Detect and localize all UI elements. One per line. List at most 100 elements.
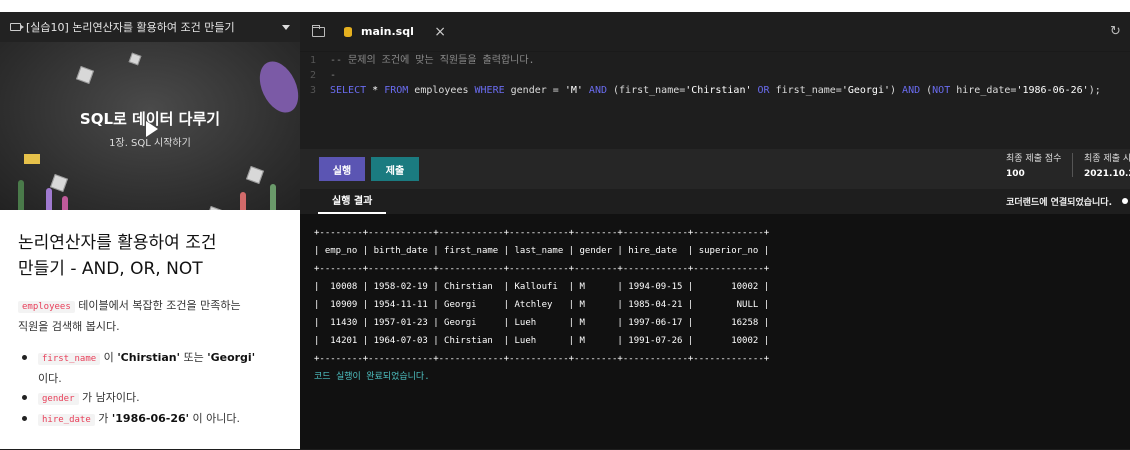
code-line: 1 -- 문제의 조건에 맞는 직원들을 출력합니다. (300, 53, 1130, 68)
code-string: '1986-06-26' (1016, 85, 1089, 96)
code-line: 2 - (300, 68, 1130, 83)
close-icon[interactable]: × (434, 24, 446, 40)
code-keyword: AND (902, 85, 921, 96)
bullet-value: '1986-06-26' (111, 412, 190, 425)
bullet-value: 'Chirstian' (117, 351, 180, 364)
run-complete-message: 코드 실행이 완료되었습니다. (314, 372, 430, 382)
table-row: | 10909 | 1954-11-11 | Georgi | Atchley … (314, 300, 770, 310)
condition-list: first_name 이 'Chirstian' 또는 'Georgi' 이다.… (18, 348, 282, 430)
code-string: 'Georgi' (841, 85, 890, 96)
submit-button[interactable]: 제출 (371, 157, 419, 181)
final-score-label: 최종 제출 점수 (1006, 154, 1062, 164)
lecture-content: 논리연산자를 활용하여 조건 만들기 - AND, OR, NOT employ… (0, 210, 300, 450)
ide-panel: main.sql × ↻ 1 -- 문제의 조건에 맞는 직원들을 출력합니다.… (300, 12, 1130, 449)
plant-decoration (46, 188, 52, 210)
inline-code: hire_date (38, 414, 95, 426)
status-dot-icon (1122, 198, 1128, 204)
lecture-title: [실습10] 논리연산자를 활용하여 조건 만들기 (26, 21, 235, 34)
video-icon (10, 23, 24, 31)
code-text: - (330, 70, 337, 81)
sign-decoration (24, 154, 40, 164)
code-token: employees (408, 85, 475, 96)
cube-decoration (128, 52, 142, 66)
top-strip (0, 0, 1130, 12)
list-item: hire_date 가 '1986-06-26' 이 아니다. (18, 409, 282, 430)
video-player[interactable]: SQL로 데이터 다루기 1장. SQL 시작하기 (0, 42, 300, 210)
code-line: 3 SELECT * FROM employees WHERE gender =… (300, 83, 1130, 98)
result-line: +--------+------------+------------+----… (314, 354, 770, 364)
heading-line-2: 만들기 - AND, OR, NOT (18, 259, 203, 279)
bullet-text: 이 (100, 351, 118, 364)
table-row: | 10008 | 1958-02-19 | Chirstian | Kallo… (314, 282, 770, 292)
tabbar-spacer (454, 12, 1110, 51)
inline-code: first_name (38, 353, 101, 365)
final-score-value: 100 (1006, 169, 1025, 179)
database-icon (344, 26, 352, 37)
code-token: ) (890, 85, 903, 96)
result-line: +--------+------------+------------+----… (314, 264, 770, 274)
lecture-panel: [실습10] 논리연산자를 활용하여 조건 만들기 SQL로 데이터 다루기 1… (0, 12, 300, 449)
cube-decoration (246, 166, 264, 184)
tab-main-sql[interactable]: main.sql × (336, 12, 454, 51)
lecture-heading: 논리연산자를 활용하여 조건 만들기 - AND, OR, NOT (18, 230, 282, 282)
play-icon[interactable] (146, 121, 158, 137)
result-header-row: | emp_no | birth_date | first_name | las… (314, 246, 770, 256)
bullet-text: 이 아니다. (189, 412, 241, 425)
code-keyword: WHERE (474, 85, 505, 96)
list-item: first_name 이 'Chirstian' 또는 'Georgi' 이다. (18, 348, 282, 388)
line-number: 2 (309, 70, 316, 81)
code-keyword: OR (751, 85, 776, 96)
result-tabbar: 실행 결과 코더랜드에 연결되었습니다. (300, 189, 1130, 214)
tab-run-result[interactable]: 실행 결과 (318, 189, 387, 214)
inline-code: employees (18, 301, 75, 313)
plant-decoration (18, 180, 24, 210)
code-keyword: AND (582, 85, 614, 96)
table-row: | 14201 | 1964-07-03 | Chirstian | Lueh … (314, 336, 770, 346)
bullet-text: 이다. (38, 372, 62, 385)
code-token: (first_name= (613, 85, 686, 96)
code-editor[interactable]: 1 -- 문제의 조건에 맞는 직원들을 출력합니다. 2 - 3 SELECT… (300, 52, 1130, 149)
refresh-icon[interactable]: ↻ (1110, 12, 1130, 51)
code-token: gender = (504, 85, 565, 96)
run-button[interactable]: 실행 (319, 157, 365, 181)
final-score: 최종 제출 점수 100 (1006, 151, 1061, 179)
lecture-header[interactable]: [실습10] 논리연산자를 활용하여 조건 만들기 (0, 12, 300, 42)
code-comment: -- 문제의 조건에 맞는 직원들을 출력합니다. (330, 55, 535, 66)
stat-divider (1072, 153, 1073, 177)
heading-line-1: 논리연산자를 활용하여 조건 (18, 233, 217, 253)
result-output: +--------+------------+------------+----… (300, 214, 1130, 449)
bullet-text: 또는 (179, 351, 208, 364)
editor-tabbar: main.sql × ↻ (300, 12, 1130, 52)
intro-text: 직원을 검색해 봅시다. (18, 320, 120, 333)
bullet-text: 가 (94, 412, 112, 425)
action-bar: 실행 제출 최종 제출 점수 100 최종 제출 시 2021.10.27 (300, 149, 1130, 189)
code-keyword: FROM (384, 85, 409, 96)
result-line: +--------+------------+------------+----… (314, 228, 770, 238)
file-explorer-button[interactable] (300, 12, 336, 51)
final-submit-value: 2021.10.27 (1084, 169, 1130, 179)
tab-label: main.sql (361, 25, 414, 38)
code-string: 'M' (564, 85, 583, 96)
chevron-down-icon[interactable] (282, 24, 290, 30)
plant-decoration (240, 192, 246, 210)
code-token: hire_date= (950, 85, 1017, 96)
final-submit-time: 최종 제출 시 2021.10.27 (1084, 151, 1130, 179)
intro-paragraph: employees 테이블에서 복잡한 조건을 만족하는 직원을 검색해 봅시다… (18, 296, 282, 336)
bullet-text: 가 남자이다. (78, 391, 140, 404)
table-row: | 11430 | 1957-01-23 | Georgi | Lueh | M… (314, 318, 770, 328)
code-keyword: NOT (932, 85, 951, 96)
code-token: ); (1088, 85, 1101, 96)
final-submit-label: 최종 제출 시 (1084, 154, 1130, 164)
bullet-value: 'Georgi' (207, 351, 256, 364)
list-item: gender 가 남자이다. (18, 388, 282, 409)
code-token: ( (920, 85, 933, 96)
cube-decoration (50, 174, 68, 192)
intro-text: 테이블에서 복잡한 조건을 만족하는 (74, 299, 241, 312)
cube-decoration (206, 206, 224, 210)
plant-decoration (270, 184, 276, 210)
code-keyword: SELECT (330, 85, 367, 96)
cube-decoration (76, 66, 94, 84)
inline-code: gender (38, 393, 79, 405)
line-number: 1 (309, 55, 316, 66)
code-string: 'Chirstian' (685, 85, 752, 96)
